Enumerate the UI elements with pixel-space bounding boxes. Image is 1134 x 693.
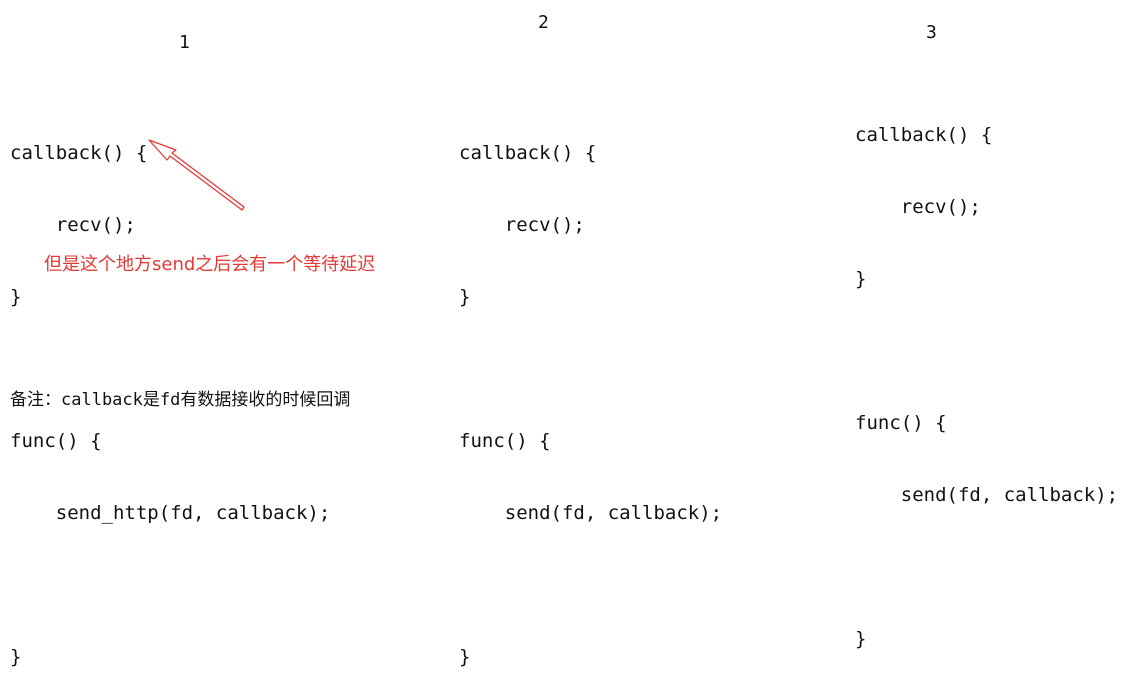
code-line: func() { [459,430,551,452]
code-block-2: callback() { recv(); } func() { send(fd,… [459,93,722,693]
code-block-3: callback() { recv(); } func() { send(fd,… [855,75,1118,675]
code-line: } [10,646,22,668]
code-line: recv(); [855,196,981,218]
code-line: recv(); [10,214,136,236]
footnote: 备注：callback是fd有数据接收的时候回调 [10,390,351,410]
column-3-label: 3 [926,22,937,43]
code-line: send_http(fd, callback); [10,502,331,524]
code-line: callback() { [855,124,993,146]
annotation-text: 但是这个地方send之后会有一个等待延迟 [44,254,376,275]
code-line: } [459,646,471,668]
code-line: func() { [10,430,102,452]
column-2-label: 2 [538,12,549,33]
code-line: func() { [855,412,947,434]
code-line: send(fd, callback); [459,502,723,524]
code-line: } [855,628,867,650]
code-line: } [855,268,867,290]
column-1-label: 1 [179,32,190,53]
code-line: recv(); [459,214,585,236]
code-line: } [10,286,22,308]
code-line: send(fd, callback); [855,484,1119,506]
code-line: callback() { [459,142,597,164]
code-line: callback() { [10,142,148,164]
code-line: } [459,286,471,308]
